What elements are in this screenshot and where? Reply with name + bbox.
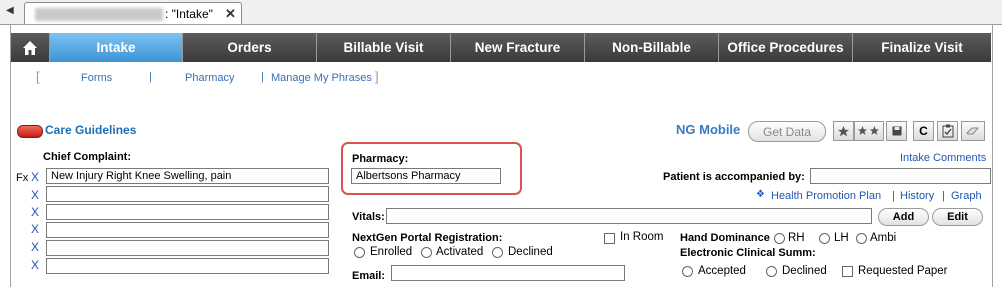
clinical-summ-label: Electronic Clinical Summ: bbox=[680, 247, 816, 259]
star-icon[interactable] bbox=[833, 121, 854, 141]
requested-paper-checkbox[interactable] bbox=[842, 266, 853, 277]
tab-intake[interactable]: Intake bbox=[50, 33, 183, 62]
document-tab[interactable]: : "Intake" ✕ bbox=[24, 2, 242, 25]
chief-complaint-input-6[interactable] bbox=[46, 258, 329, 274]
eraser-icon[interactable] bbox=[961, 121, 985, 141]
chief-complaint-input-5[interactable] bbox=[46, 240, 329, 256]
in-room-label: In Room bbox=[620, 231, 664, 243]
portal-enrolled-label: Enrolled bbox=[370, 246, 413, 258]
in-room-checkbox[interactable] bbox=[604, 233, 615, 244]
tab-billable-visit[interactable]: Billable Visit bbox=[317, 33, 451, 62]
delete-complaint-6[interactable]: X bbox=[31, 258, 39, 272]
delete-complaint-4[interactable]: X bbox=[31, 222, 39, 236]
portal-enrolled-radio[interactable] bbox=[354, 247, 365, 258]
main-nav-bar: Intake Orders Billable Visit New Fractur… bbox=[11, 33, 991, 62]
chief-complaint-input-3[interactable] bbox=[46, 204, 329, 220]
vitals-add-button[interactable]: Add bbox=[878, 208, 929, 226]
hand-lh-label: LH bbox=[834, 232, 849, 244]
tab-new-fracture[interactable]: New Fracture bbox=[451, 33, 585, 62]
document-tab-label: : "Intake" bbox=[165, 7, 213, 21]
chief-complaint-input-4[interactable] bbox=[46, 222, 329, 238]
health-promotion-icon: ❖ bbox=[756, 189, 765, 200]
redacted-patient-name bbox=[35, 8, 163, 21]
subnav-bracket-close: ] bbox=[375, 69, 379, 84]
delete-complaint-5[interactable]: X bbox=[31, 240, 39, 254]
ng-mobile-label: NG Mobile bbox=[676, 122, 741, 137]
intake-comments-link[interactable]: Intake Comments bbox=[900, 152, 986, 164]
link-separator: | bbox=[942, 190, 945, 202]
home-button[interactable] bbox=[11, 33, 50, 62]
document-tab-strip: ◀ : "Intake" ✕ bbox=[0, 0, 1002, 25]
summ-declined-radio[interactable] bbox=[766, 266, 777, 277]
portal-registration-label: NextGen Portal Registration: bbox=[352, 232, 503, 244]
get-data-button[interactable]: Get Data bbox=[748, 121, 826, 142]
subnav-separator: | bbox=[261, 71, 264, 83]
health-promotion-link[interactable]: Health Promotion Plan bbox=[771, 190, 881, 202]
care-guidelines-link[interactable]: Care Guidelines bbox=[45, 123, 136, 137]
scroll-left-icon[interactable]: ◀ bbox=[6, 5, 14, 16]
delete-complaint-3[interactable]: X bbox=[31, 205, 39, 219]
portal-declined-label: Declined bbox=[508, 246, 553, 258]
history-link[interactable]: History bbox=[900, 190, 934, 202]
subnav-manage-my-phrases[interactable]: Manage My Phrases bbox=[271, 72, 372, 84]
hand-ambi-radio[interactable] bbox=[856, 233, 867, 244]
hand-rh-radio[interactable] bbox=[774, 233, 785, 244]
chief-complaint-label: Chief Complaint: bbox=[43, 151, 131, 163]
clipboard-check-icon[interactable] bbox=[937, 121, 958, 141]
subnav-forms[interactable]: Forms bbox=[81, 72, 112, 84]
subnav-pharmacy[interactable]: Pharmacy bbox=[185, 72, 235, 84]
hand-lh-radio[interactable] bbox=[819, 233, 830, 244]
delete-complaint-2[interactable]: X bbox=[31, 188, 39, 202]
vitals-edit-button[interactable]: Edit bbox=[932, 208, 983, 226]
vitals-input[interactable] bbox=[386, 208, 872, 224]
hand-rh-label: RH bbox=[788, 232, 805, 244]
stars-icon[interactable] bbox=[854, 121, 884, 141]
accompanied-input[interactable] bbox=[810, 168, 991, 184]
subnav-bracket-open: [ bbox=[36, 69, 40, 84]
summ-accepted-radio[interactable] bbox=[682, 266, 693, 277]
fx-prefix: Fx bbox=[16, 172, 29, 184]
delete-complaint-1[interactable]: X bbox=[31, 170, 39, 184]
accompanied-label: Patient is accompanied by: bbox=[663, 171, 805, 183]
email-input[interactable] bbox=[391, 265, 625, 281]
tab-orders[interactable]: Orders bbox=[183, 33, 317, 62]
pharmacy-input[interactable]: Albertsons Pharmacy bbox=[351, 168, 501, 184]
refresh-icon[interactable]: C bbox=[913, 121, 934, 141]
home-icon bbox=[23, 40, 37, 55]
save-icon[interactable] bbox=[886, 121, 907, 141]
link-separator: | bbox=[892, 190, 895, 202]
summ-declined-label: Declined bbox=[782, 265, 827, 277]
chief-complaint-input-1[interactable]: New Injury Right Knee Swelling, pain bbox=[46, 168, 329, 184]
portal-activated-radio[interactable] bbox=[421, 247, 432, 258]
portal-activated-label: Activated bbox=[436, 246, 484, 258]
pharmacy-label: Pharmacy: bbox=[352, 153, 409, 165]
requested-paper-label: Requested Paper bbox=[858, 265, 948, 277]
hand-ambi-label: Ambi bbox=[870, 232, 897, 244]
close-tab-icon[interactable]: ✕ bbox=[225, 6, 236, 22]
tab-office-procedures[interactable]: Office Procedures bbox=[719, 33, 853, 62]
tab-non-billable[interactable]: Non-Billable bbox=[585, 33, 719, 62]
chief-complaint-input-2[interactable] bbox=[46, 186, 329, 202]
graph-link[interactable]: Graph bbox=[951, 190, 982, 202]
care-guidelines-pill-icon[interactable] bbox=[17, 125, 43, 138]
portal-declined-radio[interactable] bbox=[492, 247, 503, 258]
vitals-label: Vitals: bbox=[352, 211, 385, 223]
email-label: Email: bbox=[352, 270, 386, 282]
subnav-separator: | bbox=[149, 71, 152, 83]
summ-accepted-label: Accepted bbox=[698, 265, 746, 277]
hand-dominance-label: Hand Dominance bbox=[680, 232, 770, 244]
tab-finalize-visit[interactable]: Finalize Visit bbox=[853, 33, 991, 62]
